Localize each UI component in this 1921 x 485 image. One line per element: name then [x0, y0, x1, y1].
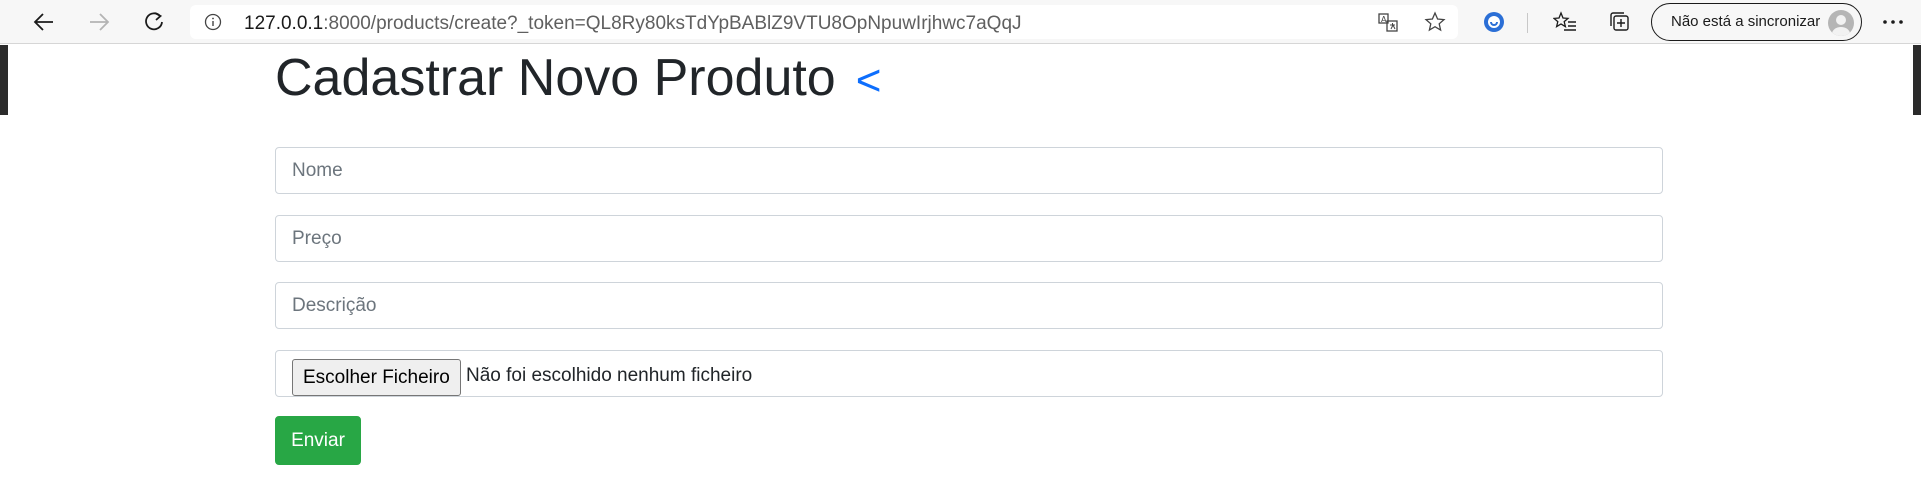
page-title-text: Cadastrar Novo Produto	[275, 49, 836, 107]
info-icon[interactable]	[204, 13, 222, 36]
back-link[interactable]: <	[856, 56, 882, 106]
favorites-icon[interactable]	[1548, 6, 1582, 38]
preco-input[interactable]	[276, 216, 1662, 261]
avatar-icon	[1828, 10, 1854, 36]
collections-icon[interactable]	[1603, 6, 1637, 38]
sync-status-label: Não está a sincronizar	[1671, 13, 1821, 30]
file-status-text: Não foi escolhido nenhum ficheiro	[466, 365, 753, 386]
descricao-input[interactable]	[276, 283, 1662, 328]
star-icon[interactable]	[1424, 11, 1446, 38]
browser-toolbar: 127.0.0.1:8000/products/create?_token=QL…	[0, 0, 1921, 44]
page-title: Cadastrar Novo Produto <	[275, 48, 881, 108]
window-edge-left	[0, 45, 8, 115]
sync-profile-button[interactable]: Não está a sincronizar	[1651, 3, 1862, 41]
forward-arrow-icon[interactable]	[82, 6, 116, 38]
preco-field	[275, 215, 1663, 262]
more-icon[interactable]	[1876, 6, 1910, 38]
translate-icon[interactable]: A	[1377, 11, 1399, 38]
address-bar[interactable]: 127.0.0.1:8000/products/create?_token=QL…	[190, 5, 1458, 39]
extension-icon[interactable]	[1477, 6, 1511, 38]
back-arrow-icon[interactable]	[27, 6, 61, 38]
file-upload-field: Escolher Ficheiro Não foi escolhido nenh…	[275, 350, 1663, 397]
choose-file-button[interactable]: Escolher Ficheiro	[292, 359, 461, 396]
url-host: 127.0.0.1	[244, 13, 324, 34]
svg-text:A: A	[1381, 15, 1387, 24]
descricao-field	[275, 282, 1663, 329]
url-text[interactable]: 127.0.0.1:8000/products/create?_token=QL…	[244, 13, 1022, 35]
nome-input[interactable]	[276, 148, 1662, 193]
window-edge-right	[1913, 45, 1921, 115]
nome-field	[275, 147, 1663, 194]
submit-button[interactable]: Enviar	[275, 416, 361, 465]
toolbar-divider	[1527, 13, 1528, 33]
url-path: :8000/products/create?_token=QL8Ry80ksTd…	[323, 13, 1022, 34]
refresh-icon[interactable]	[137, 6, 171, 38]
